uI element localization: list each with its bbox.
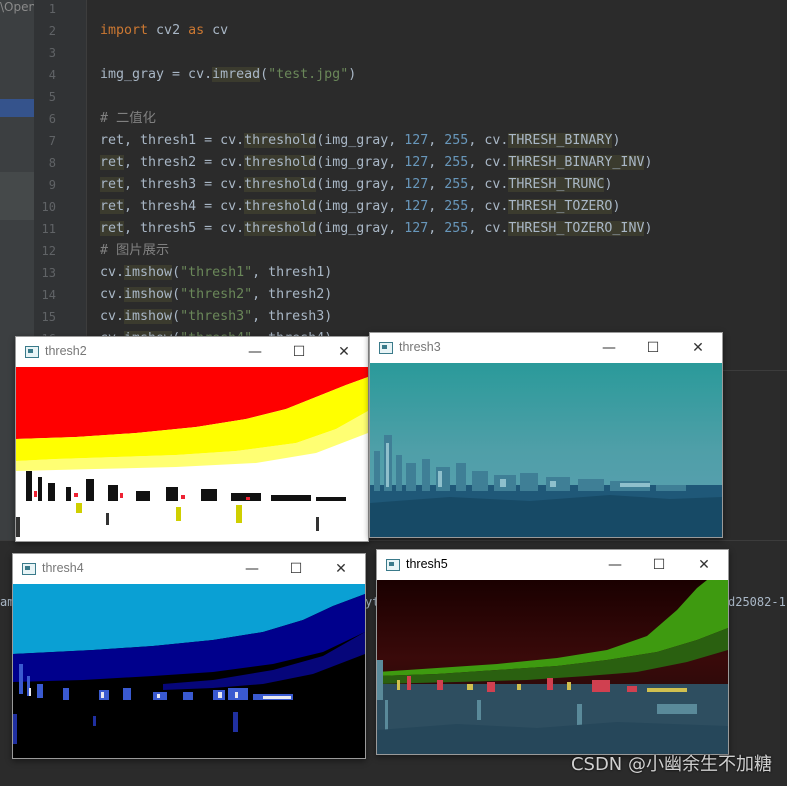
code-line-14[interactable]: cv.imshow("thresh2", thresh2) — [100, 284, 332, 306]
code-line-9[interactable]: ret, thresh3 = cv.threshold(img_gray, 12… — [100, 174, 612, 196]
title-bar[interactable]: thresh3 — ☐ ✕ — [370, 333, 722, 363]
window-title: thresh3 — [399, 340, 441, 354]
image-view — [16, 367, 368, 541]
maximize-button[interactable]: ☐ — [281, 558, 311, 580]
thresh4-image — [13, 584, 365, 758]
app-icon — [379, 342, 393, 354]
thresh3-image — [370, 363, 722, 537]
code-line-13[interactable]: cv.imshow("thresh1", thresh1) — [100, 262, 332, 284]
image-view — [13, 584, 365, 758]
close-button[interactable]: ✕ — [683, 337, 713, 359]
window-title: thresh4 — [42, 561, 84, 575]
line-number: 4 — [48, 68, 56, 82]
line-number: 6 — [48, 112, 56, 126]
line-number: 14 — [41, 288, 56, 302]
selected-project-item[interactable] — [0, 99, 34, 117]
maximize-button[interactable]: ☐ — [638, 337, 668, 359]
window-thresh5[interactable]: thresh5 — ☐ ✕ — [376, 549, 729, 755]
line-number: 2 — [48, 24, 56, 38]
code-line-15[interactable]: cv.imshow("thresh3", thresh3) — [100, 306, 332, 328]
line-number: 1 — [48, 2, 56, 16]
title-bar[interactable]: thresh4 — ☐ ✕ — [13, 554, 365, 584]
line-number: 15 — [41, 310, 56, 324]
code-line-7[interactable]: ret, thresh1 = cv.threshold(img_gray, 12… — [100, 130, 620, 152]
line-number: 11 — [41, 222, 56, 236]
app-icon — [386, 559, 400, 571]
close-button[interactable]: ✕ — [689, 554, 719, 576]
code-line-2[interactable]: import cv2 as cv — [100, 20, 228, 42]
project-panel-band — [0, 172, 34, 220]
window-title: thresh5 — [406, 557, 448, 571]
minimize-button[interactable]: — — [594, 337, 624, 359]
minimize-button[interactable]: — — [240, 341, 270, 363]
close-button[interactable]: ✕ — [326, 558, 356, 580]
window-thresh4[interactable]: thresh4 — ☐ ✕ — [12, 553, 366, 759]
image-view — [377, 580, 728, 754]
minimize-button[interactable]: — — [237, 558, 267, 580]
app-icon — [25, 346, 39, 358]
code-line-4[interactable]: img_gray = cv.imread("test.jpg") — [100, 64, 356, 86]
maximize-button[interactable]: ☐ — [644, 554, 674, 576]
window-thresh2[interactable]: thresh2 — ☐ ✕ — [15, 336, 369, 542]
line-number: 8 — [48, 156, 56, 170]
thresh2-image — [16, 367, 368, 541]
code-line-6[interactable]: # 二值化 — [100, 108, 156, 130]
window-title: thresh2 — [45, 344, 87, 358]
watermark: CSDN @小幽余生不加糖 — [570, 754, 772, 775]
line-number: 3 — [48, 46, 56, 60]
project-path: \Open — [0, 0, 37, 14]
line-number: 10 — [41, 200, 56, 214]
window-thresh3[interactable]: thresh3 — ☐ ✕ — [369, 332, 723, 538]
minimize-button[interactable]: — — [600, 554, 630, 576]
code-line-11[interactable]: ret, thresh5 = cv.threshold(img_gray, 12… — [100, 218, 652, 240]
line-number: 12 — [41, 244, 56, 258]
code-line-10[interactable]: ret, thresh4 = cv.threshold(img_gray, 12… — [100, 196, 620, 218]
line-number: 13 — [41, 266, 56, 280]
thresh5-image — [377, 580, 728, 754]
console-fragment-right: d25082-1 — [728, 595, 786, 609]
app-icon — [22, 563, 36, 575]
code-line-8[interactable]: ret, thresh2 = cv.threshold(img_gray, 12… — [100, 152, 652, 174]
line-number: 7 — [48, 134, 56, 148]
maximize-button[interactable]: ☐ — [284, 341, 314, 363]
line-number: 5 — [48, 90, 56, 104]
title-bar[interactable]: thresh5 — ☐ ✕ — [377, 550, 728, 580]
image-view — [370, 363, 722, 537]
close-button[interactable]: ✕ — [329, 341, 359, 363]
line-number: 9 — [48, 178, 56, 192]
title-bar[interactable]: thresh2 — ☐ ✕ — [16, 337, 368, 367]
code-line-12[interactable]: # 图片展示 — [100, 240, 169, 262]
